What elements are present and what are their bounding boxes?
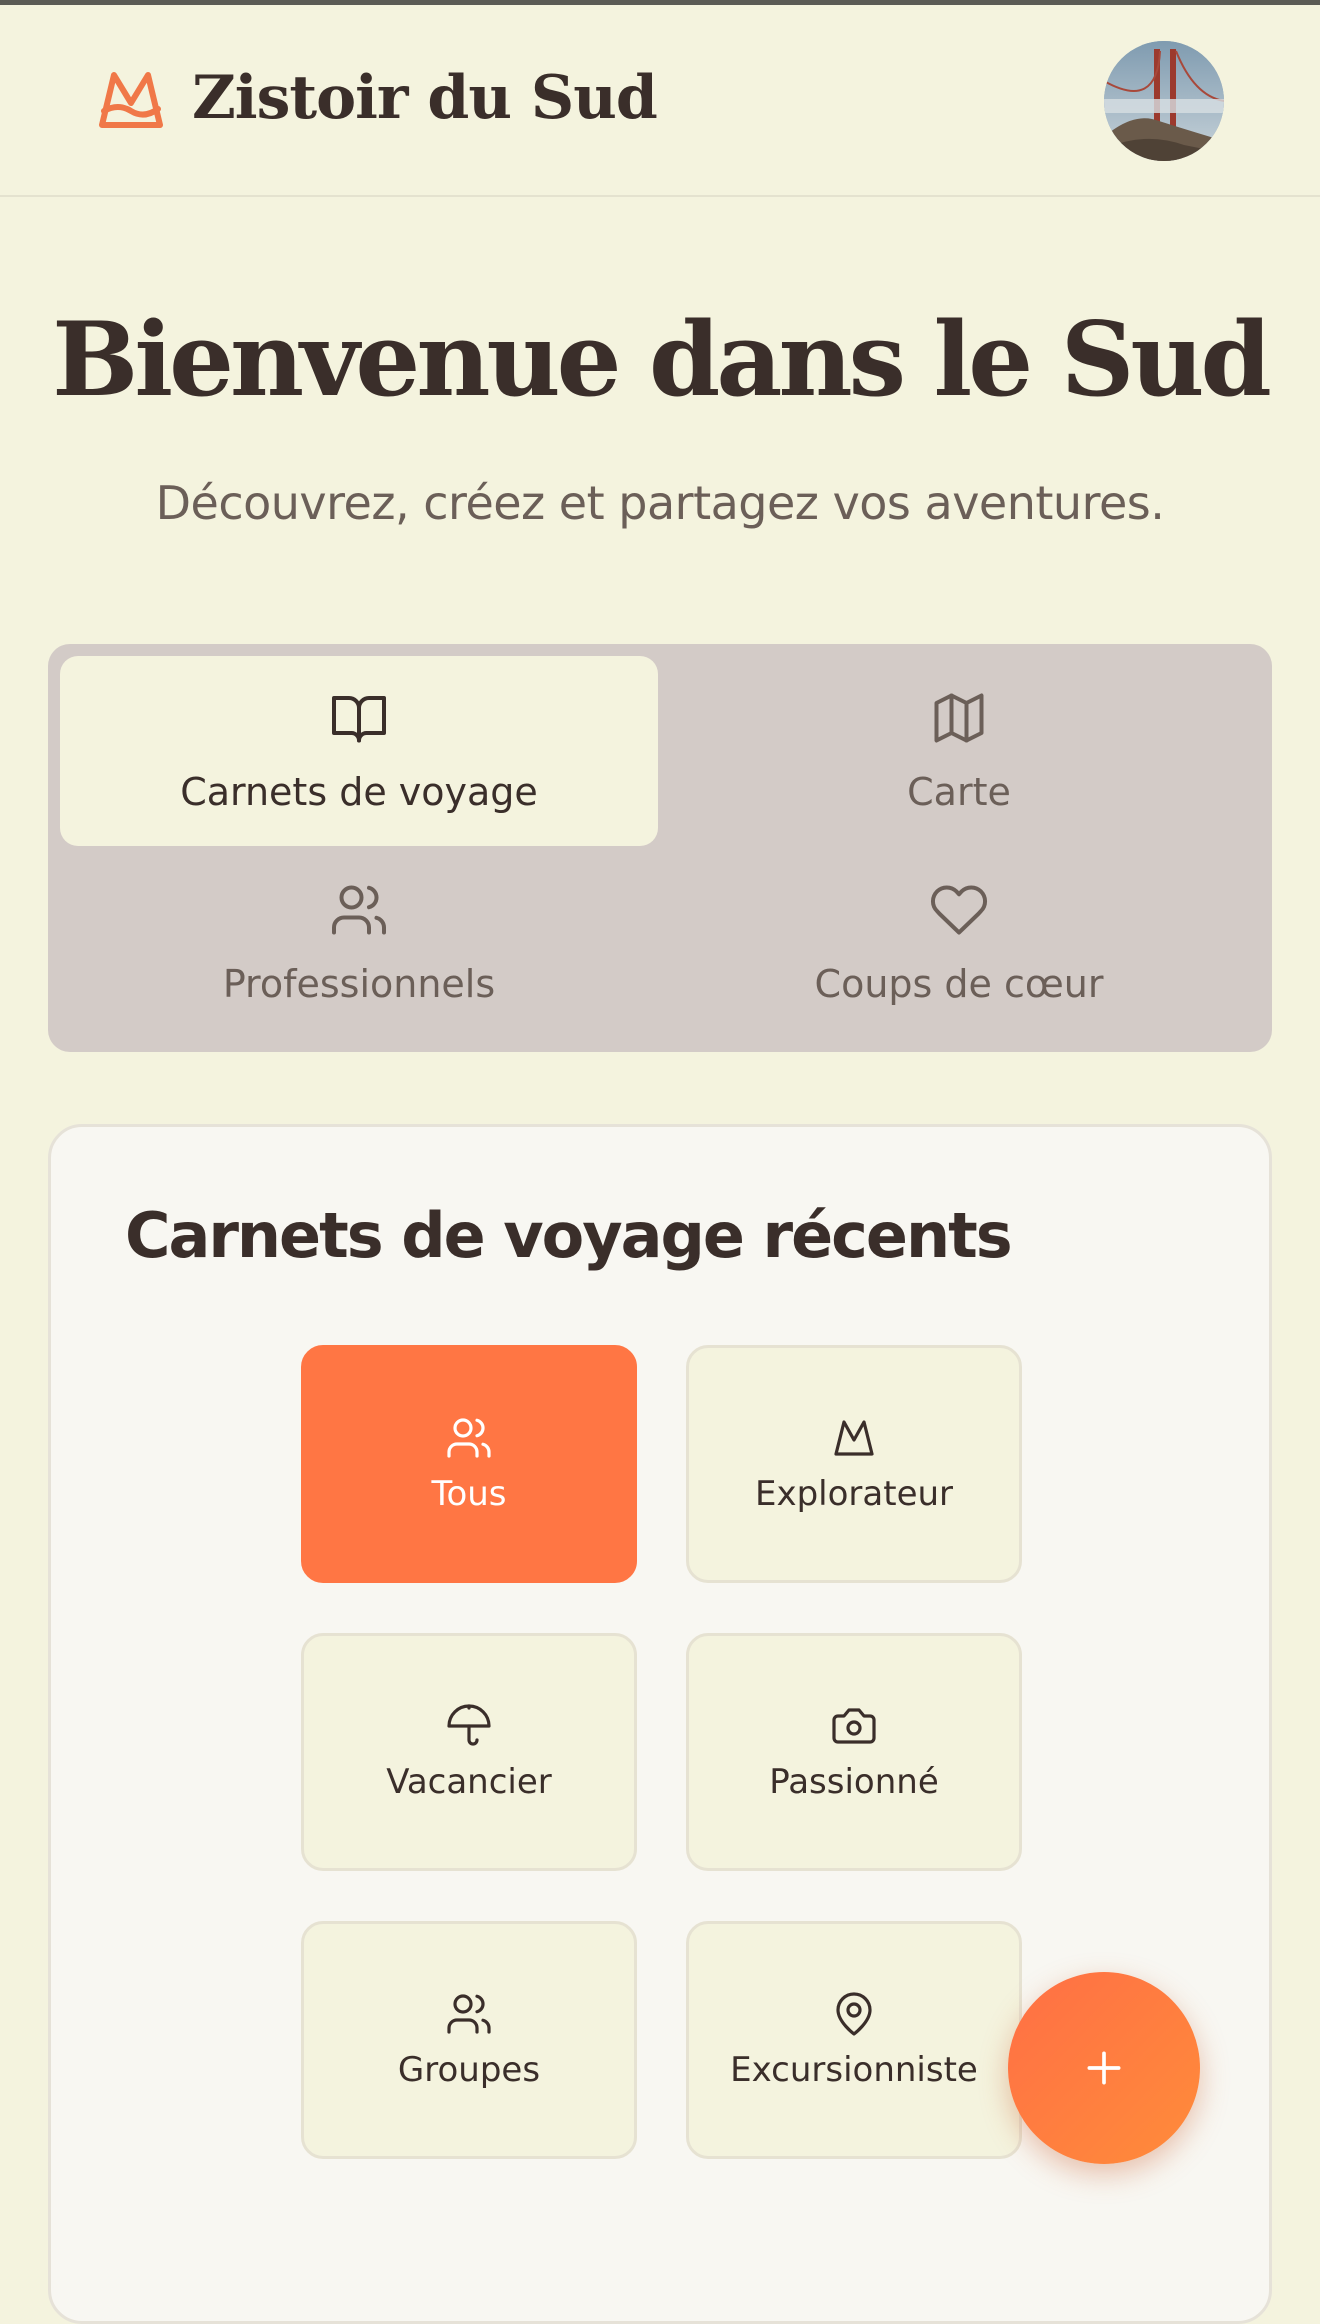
plus-icon — [1087, 2051, 1121, 2085]
users-icon — [447, 1418, 491, 1458]
filter-label: Explorateur — [754, 1474, 954, 1514]
mountain-icon — [834, 1420, 874, 1456]
hero-title: Bienvenue dans le Sud — [52, 300, 1272, 420]
section-title: Carnets de voyage récents — [125, 1199, 1013, 1272]
book-open-icon — [332, 696, 386, 743]
hero-subtitle: Découvrez, créez et partagez vos aventur… — [155, 476, 1165, 530]
mountain-logo-icon — [99, 72, 163, 128]
filter-label: Vacancier — [386, 1762, 552, 1802]
main-tabs: Carnets de voyage Carte Professionnels C… — [48, 644, 1272, 1052]
map-icon — [934, 693, 984, 743]
tab-label: Professionnels — [222, 962, 496, 1006]
filter-passionne[interactable]: Passionné — [686, 1633, 1022, 1871]
brand-name: Zistoir du Sud — [192, 63, 658, 133]
filter-label: Groupes — [397, 2050, 541, 2090]
filter-label: Passionné — [769, 1762, 939, 1802]
add-journal-button[interactable] — [1008, 1972, 1200, 2164]
brand[interactable]: Zistoir du Sud — [96, 63, 658, 133]
user-avatar[interactable] — [1104, 41, 1224, 161]
avatar-image — [1104, 41, 1224, 161]
filter-label: Excursionniste — [730, 2050, 978, 2090]
tab-label: Carte — [907, 770, 1011, 814]
app-header: Zistoir du Sud — [0, 5, 1320, 197]
map-pin-icon — [836, 1992, 872, 2036]
tab-carte[interactable]: Carte — [660, 656, 1258, 846]
filter-groupes[interactable]: Groupes — [301, 1921, 637, 2159]
tab-label: Coups de cœur — [814, 962, 1104, 1006]
filter-explorateur[interactable]: Explorateur — [686, 1345, 1022, 1583]
filter-vacancier[interactable]: Vacancier — [301, 1633, 637, 1871]
users-icon — [447, 1994, 491, 2034]
camera-icon — [832, 1708, 876, 1744]
heart-icon — [931, 885, 988, 935]
tab-label: Carnets de voyage — [180, 770, 538, 814]
tab-coups-de-coeur[interactable]: Coups de cœur — [660, 848, 1258, 1038]
filter-tous[interactable]: Tous — [301, 1345, 637, 1583]
tab-professionnels[interactable]: Professionnels — [60, 848, 658, 1038]
tab-carnets-de-voyage[interactable]: Carnets de voyage — [60, 656, 658, 846]
filter-label: Tous — [431, 1474, 507, 1514]
users-icon — [332, 885, 386, 935]
umbrella-icon — [447, 1704, 491, 1746]
filter-excursionniste[interactable]: Excursionniste — [686, 1921, 1022, 2159]
